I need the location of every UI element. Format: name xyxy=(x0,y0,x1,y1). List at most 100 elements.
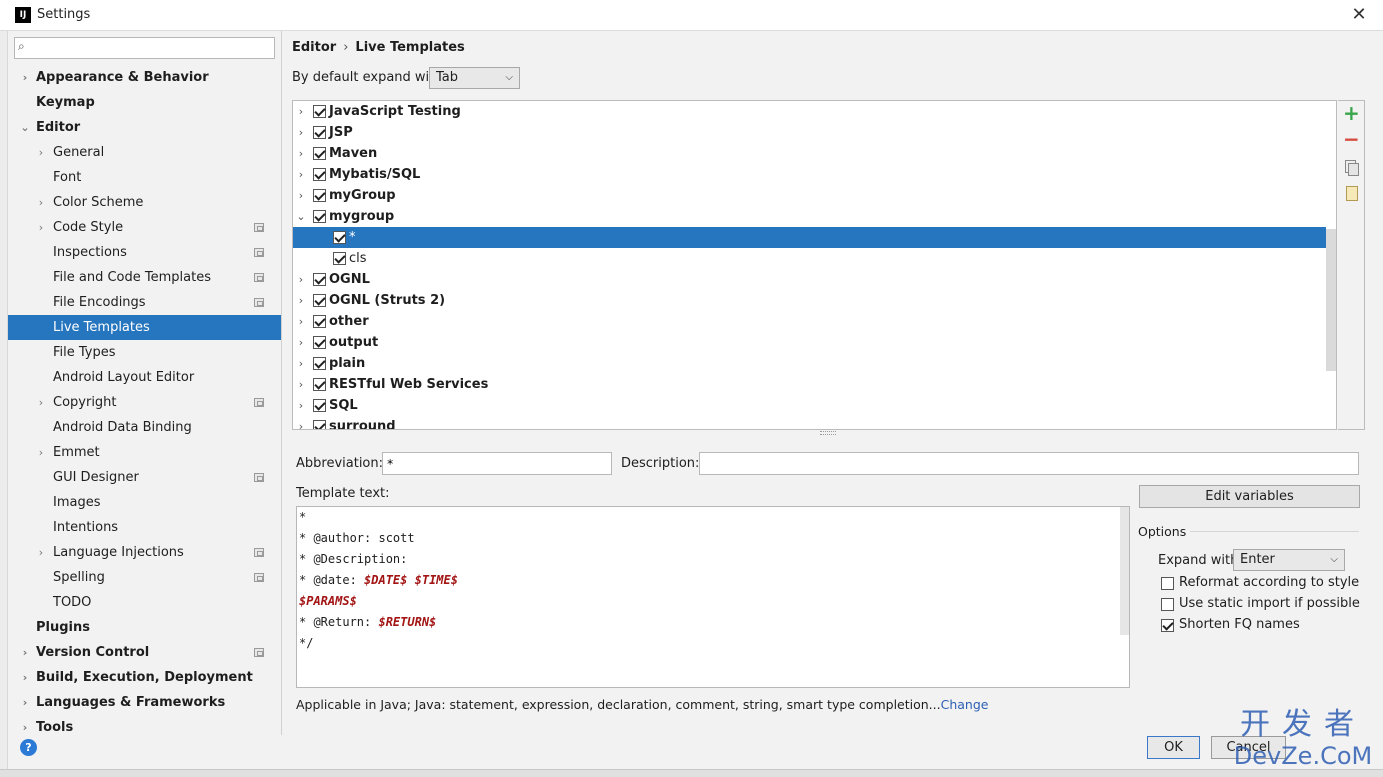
chevron-right-icon[interactable]: › xyxy=(19,690,31,715)
chevron-down-icon[interactable]: ⌄ xyxy=(19,115,31,140)
help-icon[interactable]: ? xyxy=(20,739,37,756)
shorten-fq-checkbox[interactable] xyxy=(1161,619,1174,632)
template-group-maven[interactable]: › Maven xyxy=(293,143,1326,164)
chevron-right-icon[interactable]: › xyxy=(35,140,47,165)
template-text-editor[interactable]: * * @author: scott * @Description: * @date:… xyxy=(296,506,1130,688)
template-checkbox[interactable] xyxy=(313,168,326,181)
chevron-right-icon[interactable]: › xyxy=(19,715,31,735)
template-group-mybatis-sql[interactable]: › Mybatis/SQL xyxy=(293,164,1326,185)
template-checkbox[interactable] xyxy=(313,336,326,349)
sidebar-item-tools[interactable]: › Tools xyxy=(8,715,281,735)
sidebar-item-color-scheme[interactable]: › Color Scheme xyxy=(8,190,281,215)
change-contexts-link[interactable]: Change xyxy=(941,697,989,712)
chevron-right-icon[interactable]: › xyxy=(19,640,31,665)
chevron-right-icon[interactable]: › xyxy=(296,143,306,164)
template-group-output[interactable]: › output xyxy=(293,332,1326,353)
sidebar-item-language-injections[interactable]: › Language Injections xyxy=(8,540,281,565)
template-group-ognl-struts-2[interactable]: › OGNL (Struts 2) xyxy=(293,290,1326,311)
template-group-sql[interactable]: › SQL xyxy=(293,395,1326,416)
sidebar-item-languages-frameworks[interactable]: › Languages & Frameworks xyxy=(8,690,281,715)
description-input[interactable] xyxy=(699,452,1359,475)
template-checkbox[interactable] xyxy=(313,378,326,391)
template-checkbox[interactable] xyxy=(333,252,346,265)
template-group-surround[interactable]: › surround xyxy=(293,416,1326,429)
sidebar-item-file-types[interactable]: File Types xyxy=(8,340,281,365)
sidebar-item-copyright[interactable]: › Copyright xyxy=(8,390,281,415)
chevron-right-icon[interactable]: › xyxy=(296,185,306,206)
breadcrumb-parent[interactable]: Editor xyxy=(292,40,336,55)
live-templates-tree[interactable]: › surround › SQL › RESTful Web Services › plain… xyxy=(292,100,1337,430)
chevron-right-icon[interactable]: › xyxy=(35,540,47,565)
chevron-right-icon[interactable]: › xyxy=(296,395,306,416)
sidebar-item-intentions[interactable]: Intentions xyxy=(8,515,281,540)
sidebar-item-code-style[interactable]: › Code Style xyxy=(8,215,281,240)
chevron-right-icon[interactable]: › xyxy=(296,164,306,185)
expand-with-select[interactable]: Enter ⌵ xyxy=(1233,549,1345,571)
sidebar-item-emmet[interactable]: › Emmet xyxy=(8,440,281,465)
template-checkbox[interactable] xyxy=(313,315,326,328)
sidebar-item-file-and-code-templates[interactable]: File and Code Templates xyxy=(8,265,281,290)
template-checkbox[interactable] xyxy=(313,210,326,223)
sidebar-item-file-encodings[interactable]: File Encodings xyxy=(8,290,281,315)
ok-button[interactable]: OK xyxy=(1147,736,1200,759)
copy-icon[interactable] xyxy=(1343,159,1359,176)
template-group-mygroup[interactable]: ⌄ mygroup xyxy=(293,206,1326,227)
template-item-cls[interactable]: cls xyxy=(293,248,1326,269)
reformat-checkbox[interactable] xyxy=(1161,577,1174,590)
template-group-javascript-testing[interactable]: › JavaScript Testing xyxy=(293,101,1326,122)
remove-icon[interactable]: − xyxy=(1343,129,1360,149)
templates-scrollbar[interactable] xyxy=(1326,229,1336,371)
template-group-other[interactable]: › other xyxy=(293,311,1326,332)
chevron-down-icon[interactable]: ⌄ xyxy=(296,206,306,227)
chevron-right-icon[interactable]: › xyxy=(296,353,306,374)
template-checkbox[interactable] xyxy=(313,420,326,429)
template-checkbox[interactable] xyxy=(313,147,326,160)
sidebar-item-todo[interactable]: TODO xyxy=(8,590,281,615)
sidebar-item-keymap[interactable]: Keymap xyxy=(8,90,281,115)
abbreviation-input[interactable] xyxy=(382,452,612,475)
sidebar-item-font[interactable]: Font xyxy=(8,165,281,190)
chevron-right-icon[interactable]: › xyxy=(35,190,47,215)
static-import-checkbox[interactable] xyxy=(1161,598,1174,611)
chevron-right-icon[interactable]: › xyxy=(35,215,47,240)
sidebar-item-images[interactable]: Images xyxy=(8,490,281,515)
template-group-mygroup[interactable]: › myGroup xyxy=(293,185,1326,206)
sidebar-item-gui-designer[interactable]: GUI Designer xyxy=(8,465,281,490)
sidebar-item-live-templates[interactable]: Live Templates xyxy=(8,315,281,340)
chevron-right-icon[interactable]: › xyxy=(19,65,31,90)
sidebar-item-spelling[interactable]: Spelling xyxy=(8,565,281,590)
chevron-right-icon[interactable]: › xyxy=(296,101,306,122)
template-checkbox[interactable] xyxy=(313,105,326,118)
restore-defaults-icon[interactable] xyxy=(1343,185,1359,201)
default-expand-select[interactable]: Tab ⌵ xyxy=(429,67,520,89)
template-checkbox[interactable] xyxy=(313,273,326,286)
chevron-right-icon[interactable]: › xyxy=(296,374,306,395)
sidebar-item-general[interactable]: › General xyxy=(8,140,281,165)
editor-scrollbar[interactable] xyxy=(1120,507,1129,635)
chevron-right-icon[interactable]: › xyxy=(296,122,306,143)
chevron-right-icon[interactable]: › xyxy=(296,311,306,332)
template-checkbox[interactable] xyxy=(333,231,346,244)
edit-variables-button[interactable]: Edit variables xyxy=(1139,485,1360,508)
chevron-right-icon[interactable]: › xyxy=(296,416,306,429)
settings-search-box[interactable]: ⌕ xyxy=(14,37,275,59)
sidebar-item-android-data-binding[interactable]: Android Data Binding xyxy=(8,415,281,440)
chevron-right-icon[interactable]: › xyxy=(35,390,47,415)
add-icon[interactable]: + xyxy=(1343,103,1360,123)
template-checkbox[interactable] xyxy=(313,189,326,202)
sidebar-item-editor[interactable]: ⌄ Editor xyxy=(8,115,281,140)
settings-search-input[interactable] xyxy=(37,40,269,56)
template-group-jsp[interactable]: › JSP xyxy=(293,122,1326,143)
template-checkbox[interactable] xyxy=(313,357,326,370)
template-item-star[interactable]: * xyxy=(293,227,1326,248)
sidebar-item-version-control[interactable]: › Version Control xyxy=(8,640,281,665)
sidebar-item-appearance-behavior[interactable]: › Appearance & Behavior xyxy=(8,65,281,90)
template-group-restful-web-services[interactable]: › RESTful Web Services xyxy=(293,374,1326,395)
chevron-right-icon[interactable]: › xyxy=(296,290,306,311)
template-group-plain[interactable]: › plain xyxy=(293,353,1326,374)
template-checkbox[interactable] xyxy=(313,126,326,139)
splitter-handle[interactable] xyxy=(820,431,836,435)
chevron-right-icon[interactable]: › xyxy=(296,269,306,290)
chevron-right-icon[interactable]: › xyxy=(296,332,306,353)
sidebar-item-android-layout-editor[interactable]: Android Layout Editor xyxy=(8,365,281,390)
